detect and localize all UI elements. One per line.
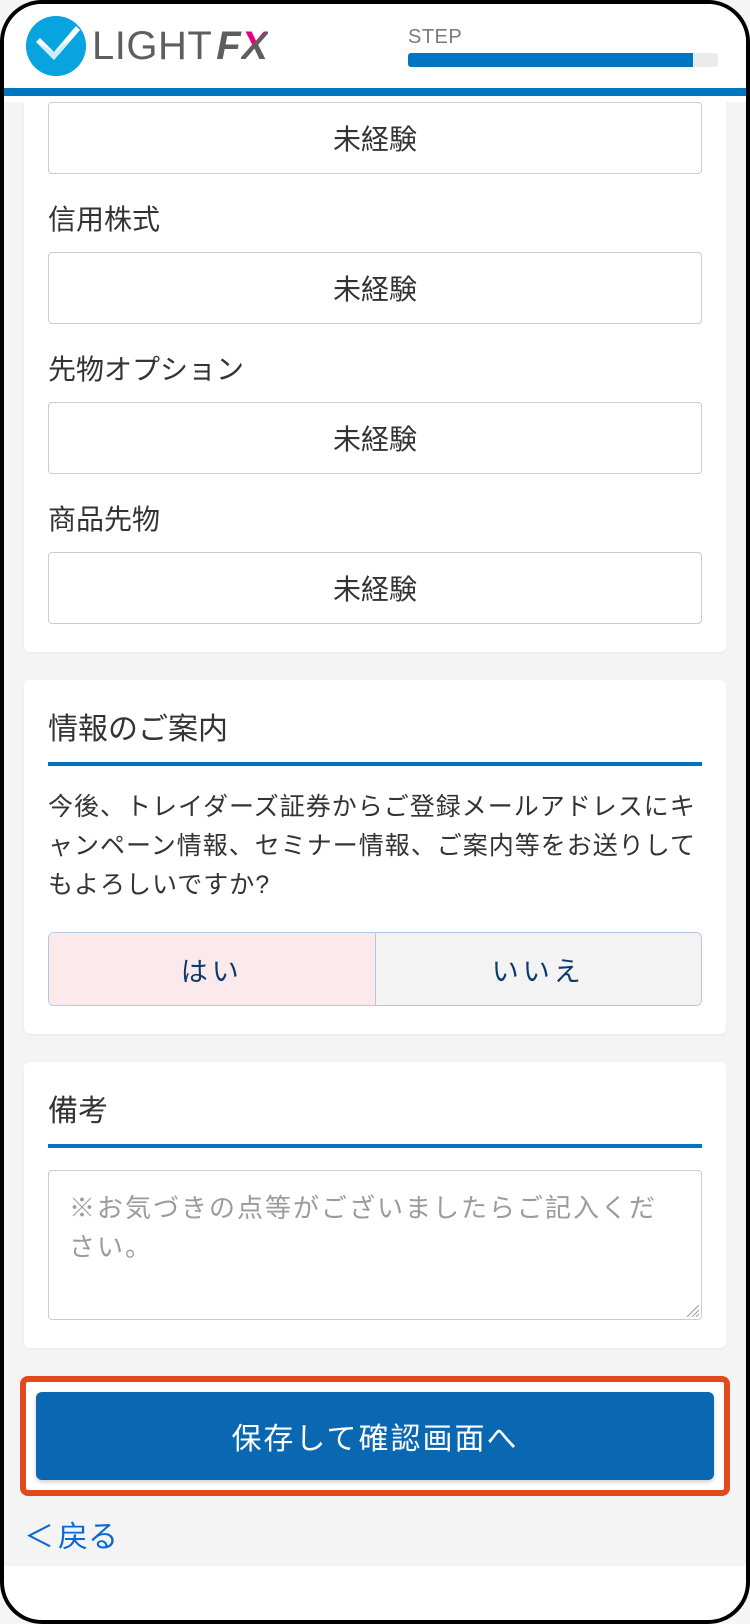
back-link[interactable]: ＜ 戻る bbox=[4, 1496, 746, 1566]
brand-logo: LIGHT FX bbox=[26, 16, 268, 76]
experience-select-2[interactable]: 未経験 bbox=[48, 552, 702, 624]
seg-label: いいえ bbox=[492, 950, 585, 989]
brand-logo-text: LIGHT FX bbox=[92, 24, 268, 69]
step-progress-fill bbox=[408, 53, 693, 67]
remarks-placeholder: ※お気づきの点等がございましたらご記入ください。 bbox=[69, 1189, 681, 1267]
save-and-confirm-button[interactable]: 保存して確認画面へ bbox=[36, 1392, 714, 1480]
primary-cta-highlight: 保存して確認画面へ bbox=[20, 1376, 730, 1496]
brand-logo-icon bbox=[26, 16, 86, 76]
primary-cta-label: 保存して確認画面へ bbox=[231, 1414, 518, 1458]
step-progress: STEP bbox=[408, 26, 718, 67]
seg-label: はい bbox=[181, 950, 243, 989]
experience-label-1: 先物オプション bbox=[48, 324, 702, 402]
step-progress-bar bbox=[408, 53, 718, 67]
app-header: LIGHT FX STEP bbox=[4, 4, 746, 88]
info-card: 情報のご案内 今後、トレイダーズ証券からご登録メールアドレスにキャンペーン情報、… bbox=[24, 680, 726, 1034]
experience-select-top[interactable]: 未経験 bbox=[48, 102, 702, 174]
experience-select-value: 未経験 bbox=[333, 268, 417, 308]
info-consent-yes[interactable]: はい bbox=[49, 933, 376, 1005]
experience-label-0: 信用株式 bbox=[48, 174, 702, 252]
info-description: 今後、トレイダーズ証券からご登録メールアドレスにキャンペーン情報、セミナー情報、… bbox=[48, 788, 702, 904]
info-consent-toggle: はい いいえ bbox=[48, 932, 702, 1006]
info-consent-no[interactable]: いいえ bbox=[376, 933, 702, 1005]
remarks-section-title: 備考 bbox=[48, 1062, 702, 1148]
back-link-label: 戻る bbox=[58, 1512, 118, 1556]
experience-select-0[interactable]: 未経験 bbox=[48, 252, 702, 324]
resize-handle-icon bbox=[685, 1303, 699, 1317]
experience-card: 未経験 信用株式 未経験 先物オプション 未経験 商品先物 未経験 bbox=[24, 102, 726, 652]
remarks-textarea[interactable]: ※お気づきの点等がございましたらご記入ください。 bbox=[48, 1170, 702, 1320]
step-progress-label: STEP bbox=[408, 26, 718, 49]
header-divider bbox=[4, 88, 746, 96]
chevron-left-icon: ＜ bbox=[24, 1512, 54, 1556]
experience-select-value: 未経験 bbox=[333, 418, 417, 458]
experience-select-1[interactable]: 未経験 bbox=[48, 402, 702, 474]
experience-label-2: 商品先物 bbox=[48, 474, 702, 552]
remarks-card: 備考 ※お気づきの点等がございましたらご記入ください。 bbox=[24, 1062, 726, 1348]
info-section-title: 情報のご案内 bbox=[48, 680, 702, 766]
experience-select-value: 未経験 bbox=[333, 568, 417, 608]
experience-select-value: 未経験 bbox=[333, 118, 417, 158]
